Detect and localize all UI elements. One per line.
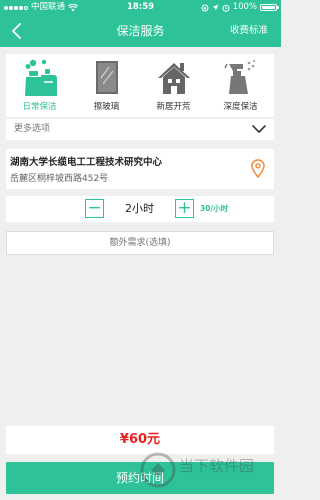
cleaning-supplies-icon [25, 59, 57, 96]
spray-bottle-icon [224, 60, 255, 94]
hours-value: 2小时 [125, 202, 154, 215]
status-bar: 中国联通 18:59 100% [0, 0, 281, 15]
chevron-down-icon [252, 125, 266, 133]
location-pin-icon [251, 159, 265, 179]
total-price: ¥60元 [6, 426, 274, 454]
more-options-dropdown[interactable]: 更多选项 [6, 119, 274, 140]
service-deep-cleaning[interactable]: 深度保洁 [207, 54, 274, 117]
service-label: 擦玻璃 [93, 102, 120, 112]
house-icon [158, 63, 190, 94]
hourly-rate: 30/小时 [200, 204, 229, 213]
extra-requirements-input[interactable]: 额外需求(选填) [6, 231, 274, 255]
address-selector[interactable]: 湖南大学长缆电工工程技术研究中心 岳麓区桐梓坡西路452号 [6, 149, 274, 189]
service-type-selector: 日常保洁 擦玻璃 新居开荒 深度保洁 [6, 54, 274, 117]
service-label: 深度保洁 [223, 102, 258, 112]
fee-standard-link[interactable]: 收费标准 [230, 15, 268, 47]
orientation-lock-icon [201, 4, 209, 11]
service-window-cleaning[interactable]: 擦玻璃 [73, 54, 140, 117]
battery-icon [260, 4, 279, 11]
duration-selector: − 2小时 + 30/小时 [6, 196, 274, 222]
address-street: 岳麓区桐梓坡西路452号 [10, 174, 109, 184]
battery-percent: 100% [232, 2, 257, 12]
increase-hours-button[interactable]: + [175, 199, 194, 218]
service-label: 日常保洁 [22, 102, 57, 112]
service-daily-cleaning[interactable]: 日常保洁 [6, 54, 73, 117]
decrease-hours-button[interactable]: − [85, 199, 104, 218]
book-time-button[interactable]: 预约时间 [6, 462, 274, 494]
alarm-icon [222, 4, 230, 12]
service-move-in-cleaning[interactable]: 新居开荒 [140, 54, 207, 117]
location-arrow-icon [212, 4, 219, 11]
more-options-label: 更多选项 [14, 124, 51, 134]
address-name: 湖南大学长缆电工工程技术研究中心 [10, 157, 163, 168]
service-label: 新居开荒 [156, 102, 191, 112]
glass-window-icon [96, 61, 118, 94]
nav-header: 保洁服务 收费标准 [0, 15, 281, 47]
extra-requirements-placeholder: 额外需求(选填) [109, 238, 171, 248]
